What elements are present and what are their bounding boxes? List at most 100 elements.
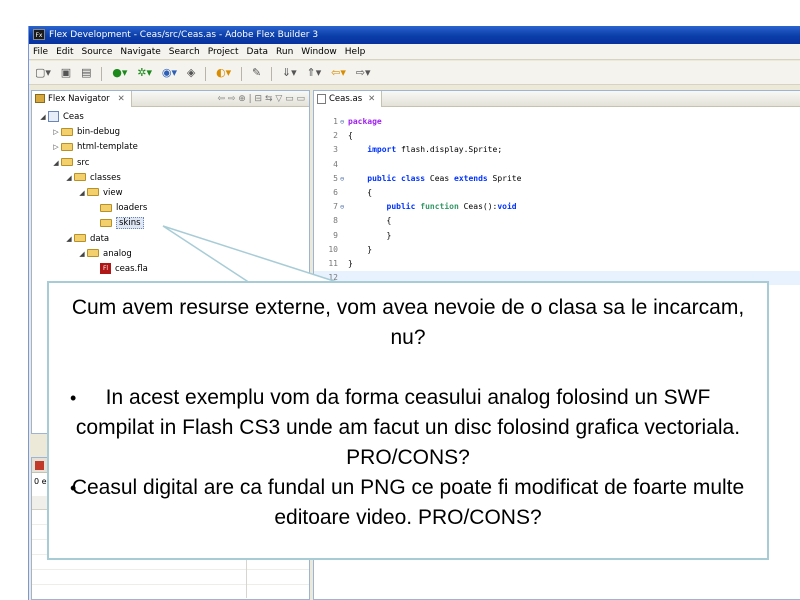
code-area[interactable]: 1 ⊖ package 2{3 import flash.display.Sprite… xyxy=(314,115,800,286)
annotation-icon[interactable]: ✎ xyxy=(252,61,261,85)
code-text: public function Ceas():void xyxy=(348,202,517,211)
navigator-tab-label: Flex Navigator xyxy=(48,94,110,104)
navigator-tools[interactable]: ⇦ ⇨ ⊕ | ⊟ ⇆ ▽ ▭ ▭ xyxy=(217,91,305,107)
code-line[interactable]: 9 } xyxy=(314,229,800,243)
expand-toggle-icon[interactable]: ◢ xyxy=(77,186,87,201)
code-line[interactable]: 7 ⊖ public function Ceas():void xyxy=(314,200,800,214)
search-icon[interactable]: ◐▾ xyxy=(216,61,231,85)
menu-navigate[interactable]: Navigate xyxy=(116,44,164,60)
toolbar-separator xyxy=(241,66,243,81)
file-icon xyxy=(317,93,326,104)
profile-icon[interactable]: ◉▾ xyxy=(162,61,177,85)
line-number: 3 xyxy=(333,145,338,155)
expand-toggle-icon[interactable]: ◢ xyxy=(64,171,74,186)
expand-toggle-icon[interactable]: ◢ xyxy=(51,156,61,171)
close-icon[interactable]: ✕ xyxy=(118,94,125,104)
toolbar-separator xyxy=(101,66,103,81)
tree-item-label: data xyxy=(90,233,110,244)
code-keyword: public xyxy=(386,202,416,212)
menu-window[interactable]: Window xyxy=(297,44,341,60)
tree-item-src[interactable]: ◢ src xyxy=(32,156,309,171)
title-bar: Fx Flex Development - Ceas/src/Ceas.as - … xyxy=(29,26,800,44)
code-line[interactable]: 4 xyxy=(314,158,800,172)
folder-icon xyxy=(74,173,86,182)
tab-flex-navigator[interactable]: Flex Navigator ✕ xyxy=(32,91,132,107)
tree-item-classes[interactable]: ◢ classes xyxy=(32,171,309,186)
tree-item-loaders[interactable]: loaders xyxy=(32,201,309,216)
menu-search[interactable]: Search xyxy=(165,44,204,60)
line-number: 6 xyxy=(333,187,338,197)
code-text: { xyxy=(348,131,353,140)
navigator-header: Flex Navigator ✕ ⇦ ⇨ ⊕ | ⊟ ⇆ ▽ ▭ ▭ xyxy=(32,91,309,107)
folder-icon xyxy=(87,249,99,258)
code-line[interactable]: 11} xyxy=(314,257,800,271)
expand-toggle-icon[interactable]: ▷ xyxy=(51,140,61,155)
fold-toggle-icon[interactable]: ⊖ xyxy=(340,115,348,129)
fold-toggle-icon[interactable]: ⊖ xyxy=(340,200,348,214)
code-line[interactable]: 10 } xyxy=(314,243,800,257)
fold-toggle-icon[interactable]: ⊖ xyxy=(340,172,348,186)
tree-item-view[interactable]: ◢ view xyxy=(32,186,309,201)
code-token: flash.display.Sprite; xyxy=(396,145,503,155)
menu-bar: File Edit Source Navigate Search Project Data R… xyxy=(29,44,800,60)
editor-tab-label: Ceas.as xyxy=(329,94,363,104)
menu-file[interactable]: File xyxy=(29,44,52,60)
forward-icon[interactable]: ⇨▾ xyxy=(356,61,371,85)
project-icon xyxy=(48,111,59,122)
run-icon[interactable]: ●▾ xyxy=(112,61,127,85)
expand-toggle-icon[interactable]: ◢ xyxy=(77,247,87,262)
external-tools-icon[interactable]: ◈ xyxy=(187,61,195,85)
tree-item-label: loaders xyxy=(116,203,148,214)
prev-annotation-icon[interactable]: ⇑▾ xyxy=(307,61,322,85)
menu-run[interactable]: Run xyxy=(272,44,297,60)
menu-help[interactable]: Help xyxy=(341,44,370,60)
expand-toggle-icon[interactable]: ◢ xyxy=(64,232,74,247)
toolbar-separator xyxy=(271,66,273,81)
folder-icon xyxy=(61,142,73,151)
code-token: } xyxy=(386,230,392,240)
back-icon[interactable]: ⇦▾ xyxy=(331,61,346,85)
expand-toggle-icon[interactable]: ◢ xyxy=(38,110,48,125)
line-number: 9 xyxy=(333,230,338,240)
tree-item-skins[interactable]: skins xyxy=(32,216,309,231)
tree-item-data[interactable]: ◢ data xyxy=(32,232,309,247)
save-icon[interactable]: ▣ xyxy=(61,61,71,85)
tree-item-analog[interactable]: ◢ analog xyxy=(32,247,309,262)
tree-item-label: skins xyxy=(116,217,144,230)
code-token: { xyxy=(367,187,373,197)
tab-ceas-as[interactable]: Ceas.as ✕ xyxy=(314,91,383,107)
tree-item-label: analog xyxy=(103,248,132,259)
debug-icon[interactable]: ✲▾ xyxy=(137,61,152,85)
code-line[interactable]: 6 { xyxy=(314,186,800,200)
code-text: } xyxy=(348,259,353,268)
tree-item-ceas-fla[interactable]: Fl ceas.fla xyxy=(32,262,309,277)
line-number: 4 xyxy=(333,159,338,169)
code-line[interactable]: 1 ⊖ package xyxy=(314,115,800,129)
code-token: { xyxy=(386,216,392,226)
code-line[interactable]: 8 { xyxy=(314,214,800,228)
next-annotation-icon[interactable]: ⇓▾ xyxy=(282,61,297,85)
menu-edit[interactable]: Edit xyxy=(52,44,77,60)
code-line[interactable]: 5 ⊖ public class Ceas extends Sprite xyxy=(314,172,800,186)
line-number: 11 xyxy=(328,258,338,268)
expand-toggle-icon[interactable]: ▷ xyxy=(51,125,61,140)
tree-item-label: ceas.fla xyxy=(115,263,148,274)
menu-project[interactable]: Project xyxy=(204,44,243,60)
menu-data[interactable]: Data xyxy=(243,44,273,60)
menu-source[interactable]: Source xyxy=(78,44,117,60)
tree-item-bin-debug[interactable]: ▷ bin-debug xyxy=(32,125,309,140)
tree-item-html-template[interactable]: ▷ html-template xyxy=(32,140,309,155)
new-file-icon[interactable]: ▢▾ xyxy=(35,61,51,85)
code-line[interactable]: 2{ xyxy=(314,129,800,143)
code-text: public class Ceas extends Sprite xyxy=(348,174,521,183)
table-row xyxy=(32,570,309,585)
tree-item-ceas[interactable]: ◢ Ceas xyxy=(32,110,309,125)
close-icon[interactable]: ✕ xyxy=(368,94,375,104)
editor-header: Ceas.as ✕ xyxy=(314,91,800,107)
print-icon[interactable]: ▤ xyxy=(81,61,91,85)
code-line[interactable]: 3 import flash.display.Sprite; xyxy=(314,143,800,157)
callout-lead: Cum avem resurse externe, vom avea nevoi… xyxy=(71,296,745,349)
